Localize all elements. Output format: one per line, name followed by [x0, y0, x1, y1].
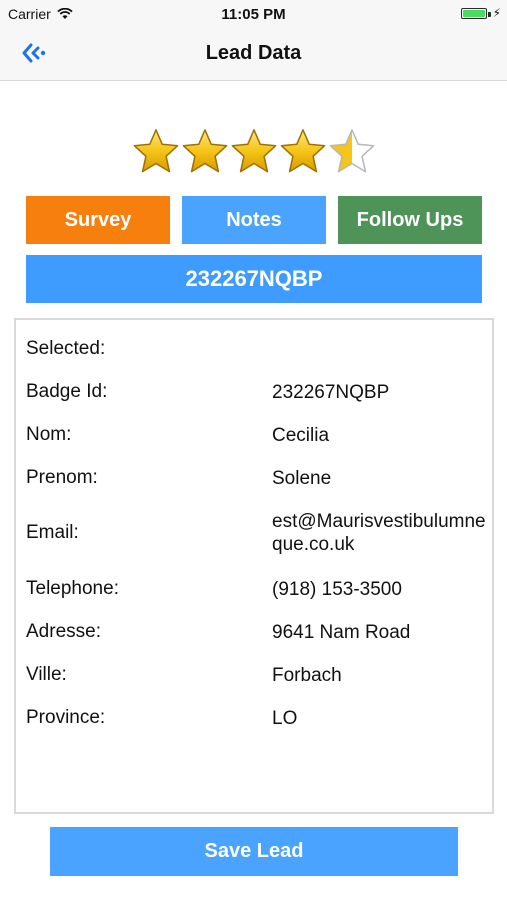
- province-value: LO: [272, 708, 298, 729]
- adresse-value: 9641 Nam Road: [272, 622, 411, 643]
- page-title: Lead Data: [205, 42, 302, 64]
- charging-bolt-icon: ⚡: [492, 6, 501, 20]
- status-time: 11:05 PM: [221, 6, 286, 23]
- navigation-bar: Lead Data: [0, 28, 507, 81]
- email-value: est@Maurisvestibulumneque.co.uk: [272, 511, 486, 555]
- telephone-label: Telephone:: [26, 578, 119, 599]
- battery-icon: [461, 8, 487, 19]
- star-icon-1[interactable]: [132, 126, 180, 176]
- badge-id-label: Badge Id:: [26, 381, 108, 402]
- adresse-label: Adresse:: [26, 621, 101, 642]
- survey-button[interactable]: Survey: [26, 196, 170, 244]
- province-label: Province:: [26, 707, 106, 728]
- status-bar: Carrier 11:05 PM ⚡: [0, 0, 507, 28]
- selected-label: Selected:: [26, 338, 106, 359]
- prenom-label: Prenom:: [26, 467, 98, 488]
- telephone-value: (918) 153-3500: [272, 579, 402, 600]
- nom-value: Cecilia: [272, 425, 330, 446]
- notes-button[interactable]: Notes: [182, 196, 326, 244]
- star-icon-3[interactable]: [230, 126, 278, 176]
- prenom-value: Solene: [272, 468, 332, 489]
- nom-label: Nom:: [26, 424, 72, 445]
- lead-details-panel: Selected: Badge Id: 232267NQBP Nom: Ceci…: [14, 318, 494, 814]
- save-lead-button[interactable]: Save Lead: [50, 827, 458, 876]
- battery-tip: [488, 12, 491, 17]
- star-icon-half[interactable]: [328, 126, 376, 176]
- follow-ups-button[interactable]: Follow Ups: [338, 196, 482, 244]
- star-icon-4[interactable]: [279, 126, 327, 176]
- badge-id-header: 232267NQBP: [26, 255, 482, 303]
- ville-label: Ville:: [26, 664, 67, 685]
- email-label: Email:: [26, 522, 79, 543]
- badge-id-value: 232267NQBP: [272, 382, 390, 403]
- ville-value: Forbach: [272, 665, 342, 686]
- star-icon-2[interactable]: [181, 126, 229, 176]
- star-rating[interactable]: [0, 126, 507, 178]
